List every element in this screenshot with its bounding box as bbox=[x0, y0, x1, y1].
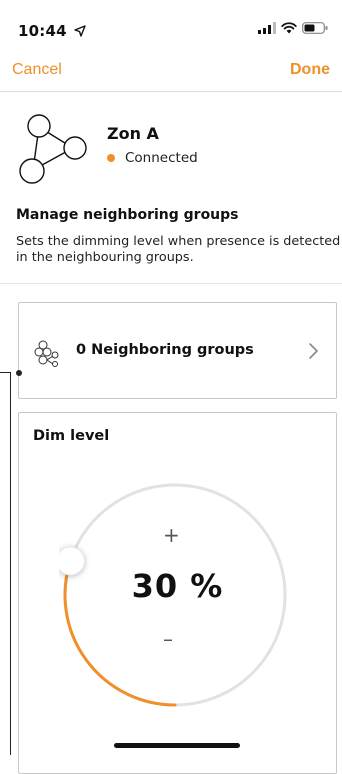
signal-bars-icon bbox=[258, 22, 276, 34]
dim-level-title: Dim level bbox=[33, 428, 110, 444]
connector-dot bbox=[16, 370, 22, 376]
location-arrow-icon bbox=[74, 25, 86, 37]
status-dot bbox=[107, 154, 115, 162]
decrease-button[interactable]: – bbox=[163, 627, 173, 651]
increase-button[interactable]: + bbox=[163, 523, 180, 547]
section-description: Sets the dimming level when presence is … bbox=[16, 234, 341, 265]
neighbor-groups-icon bbox=[34, 340, 59, 367]
status-time-text: 10:44 bbox=[18, 22, 67, 40]
section-title: Manage neighboring groups bbox=[16, 207, 239, 223]
connector-line bbox=[0, 372, 10, 373]
neighboring-groups-label: 0 Neighboring groups bbox=[76, 342, 254, 358]
cancel-button[interactable]: Cancel bbox=[12, 61, 62, 79]
dim-level-card: Dim level + 30 % – bbox=[18, 412, 337, 774]
wifi-icon bbox=[281, 22, 297, 34]
connection-status: Connected bbox=[107, 150, 198, 166]
status-bar: 10:44 bbox=[0, 0, 342, 50]
connection-status-label: Connected bbox=[125, 150, 198, 166]
nav-bar: Cancel Done bbox=[0, 55, 342, 92]
status-icons bbox=[258, 22, 328, 34]
zone-title: Zon A bbox=[107, 124, 159, 143]
done-button[interactable]: Done bbox=[290, 61, 330, 79]
dim-level-value: 30 % bbox=[131, 567, 224, 605]
divider bbox=[0, 283, 342, 284]
neighboring-groups-row[interactable]: 0 Neighboring groups bbox=[16, 302, 337, 399]
home-indicator bbox=[114, 743, 240, 748]
battery-icon bbox=[302, 22, 328, 34]
chevron-right-icon bbox=[309, 343, 318, 359]
group-nodes-icon bbox=[19, 114, 87, 184]
status-time: 10:44 bbox=[18, 22, 86, 40]
connector-line-vertical bbox=[10, 372, 11, 755]
